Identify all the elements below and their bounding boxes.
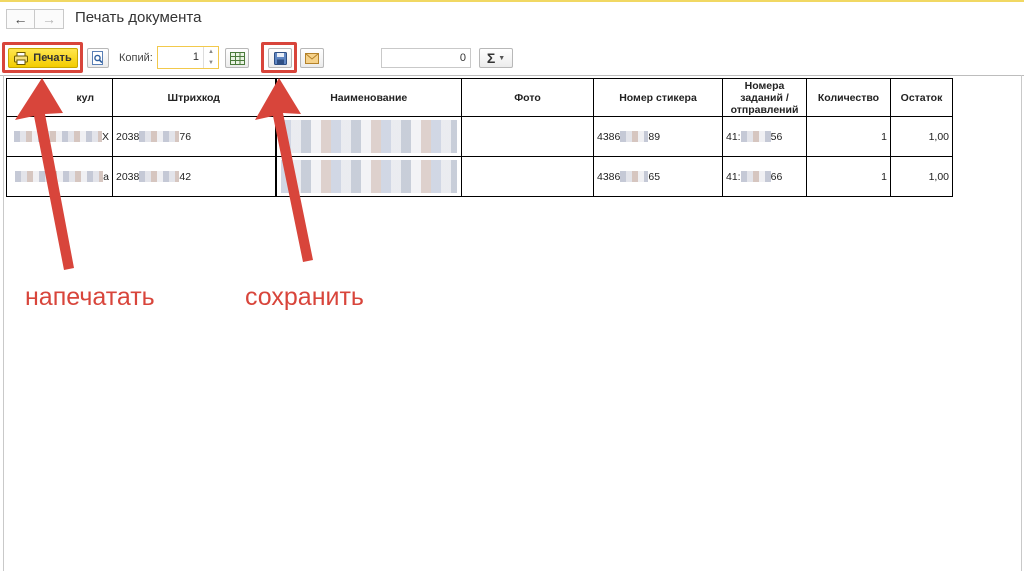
task-prefix: 41: <box>726 170 741 183</box>
redacted-text <box>620 131 649 143</box>
redacted-text <box>13 131 102 143</box>
sum-button[interactable]: Σ ▼ <box>479 48 513 68</box>
quantity-cell: 1 <box>806 156 891 197</box>
back-button[interactable]: ← <box>6 9 35 29</box>
column-header-name: Наименование <box>274 78 462 117</box>
barcode-prefix: 2038 <box>116 170 140 183</box>
spin-down-icon[interactable]: ▼ <box>204 58 218 69</box>
send-email-button[interactable] <box>300 48 324 68</box>
table-header-row: кул Штрихкод Наименование Фото Номер сти… <box>6 78 953 117</box>
arrow-right-icon: → <box>42 11 56 27</box>
article-cell: X <box>6 116 113 157</box>
table-row: a 2038 42 4386 65 41: 66 1 1,00 <box>6 156 953 197</box>
photo-cell <box>461 156 594 197</box>
table-row: X 2038 76 4386 89 41: 56 1 1,00 <box>6 116 953 157</box>
redacted-image <box>280 160 457 193</box>
copies-stepper[interactable]: ▲ ▼ <box>203 47 218 68</box>
content-divider <box>0 75 1024 76</box>
print-highlight-box <box>2 42 83 73</box>
content-border-left <box>3 75 4 571</box>
print-annotation: напечатать <box>25 283 155 311</box>
redacted-text <box>620 171 649 183</box>
column-header-quantity: Количество <box>806 78 891 117</box>
copies-field[interactable]: 1 ▲ ▼ <box>157 46 219 69</box>
history-navigation: ← → <box>6 9 64 29</box>
barcode-suffix: 76 <box>179 130 192 143</box>
remainder-cell: 1,00 <box>890 116 953 157</box>
barcode-cell: 2038 76 <box>112 116 276 157</box>
task-prefix: 41: <box>726 130 741 143</box>
sum-icon: Σ <box>486 50 496 66</box>
forward-button[interactable]: → <box>35 9 64 29</box>
column-header-photo: Фото <box>461 78 594 117</box>
save-highlight-box <box>261 42 297 73</box>
column-header-sticker: Номер стикера <box>593 78 723 117</box>
copies-value: 1 <box>192 51 199 63</box>
quantity-cell: 1 <box>806 116 891 157</box>
article-cell: a <box>6 156 113 197</box>
tasks-cell: 41: 56 <box>722 116 807 157</box>
name-cell <box>274 156 462 197</box>
column-header-remainder: Остаток <box>890 78 953 117</box>
barcode-cell: 2038 42 <box>112 156 276 197</box>
save-annotation: сохранить <box>245 283 364 311</box>
preview-icon <box>92 51 103 65</box>
sticker-prefix: 4386 <box>597 170 621 183</box>
sticker-cell: 4386 89 <box>593 116 723 157</box>
redacted-text <box>139 131 180 143</box>
name-cell <box>274 116 462 157</box>
table-settings-icon <box>229 51 245 65</box>
column-header-article: кул <box>6 78 113 117</box>
sum-field[interactable]: 0 <box>381 48 471 68</box>
redacted-text <box>740 131 771 143</box>
sticker-suffix: 65 <box>648 170 661 183</box>
task-suffix: 66 <box>770 170 783 183</box>
remainder-cell: 1,00 <box>890 156 953 197</box>
window-title: Печать документа <box>75 9 202 26</box>
spin-up-icon[interactable]: ▲ <box>204 47 218 58</box>
window-top-accent <box>0 0 1024 2</box>
mail-icon <box>305 52 319 64</box>
article-tail: X <box>101 130 109 143</box>
content-border-right <box>1021 75 1022 571</box>
sticker-suffix: 89 <box>648 130 661 143</box>
barcode-prefix: 2038 <box>116 130 140 143</box>
arrow-left-icon: ← <box>13 11 28 27</box>
redacted-text <box>15 171 104 183</box>
sticker-cell: 4386 65 <box>593 156 723 197</box>
redacted-text <box>740 171 771 183</box>
barcode-suffix: 42 <box>179 170 192 183</box>
article-tail: a <box>103 170 109 183</box>
redacted-image <box>280 120 457 153</box>
sticker-prefix: 4386 <box>597 130 621 143</box>
tasks-cell: 41: 66 <box>722 156 807 197</box>
column-header-tasks: Номера заданий / отправлений <box>722 78 807 117</box>
copies-label: Копий: <box>119 52 153 64</box>
chevron-down-icon: ▼ <box>498 54 506 62</box>
redacted-text <box>139 171 180 183</box>
photo-cell <box>461 116 594 157</box>
table-settings-button[interactable] <box>225 48 249 68</box>
column-header-barcode: Штрихкод <box>112 78 276 117</box>
task-suffix: 56 <box>770 130 783 143</box>
preview-button[interactable] <box>87 48 109 68</box>
report-table: кул Штрихкод Наименование Фото Номер сти… <box>6 78 953 197</box>
